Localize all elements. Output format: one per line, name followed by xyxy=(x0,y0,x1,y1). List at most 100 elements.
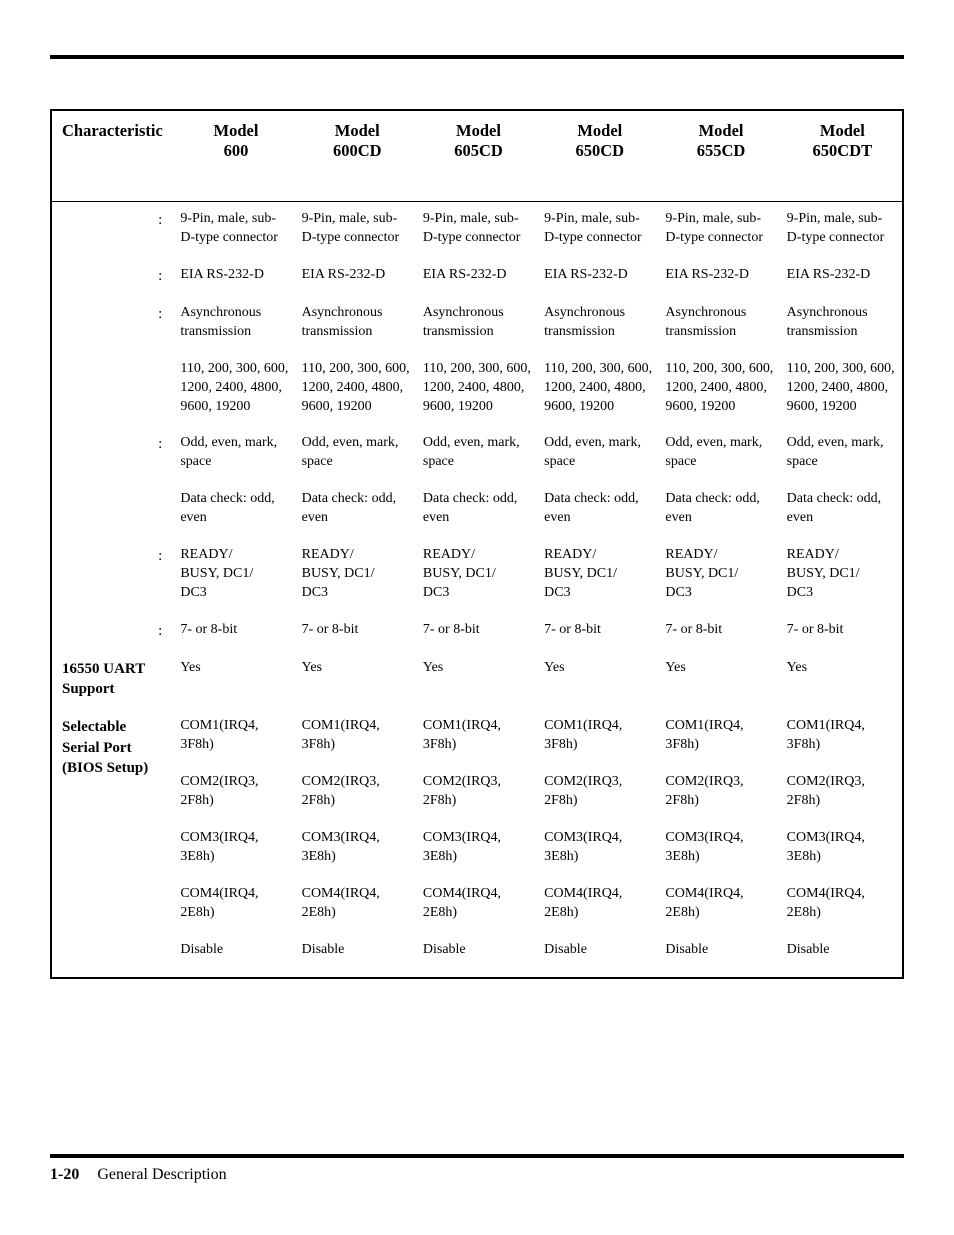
col-model-605cd: Model605CD xyxy=(417,110,538,202)
cell: Disable xyxy=(174,933,295,979)
cell: 7- or 8-bit xyxy=(659,613,780,651)
col-label: Model xyxy=(577,121,622,140)
page-number: 1-20 xyxy=(50,1166,79,1183)
cell: Yes xyxy=(174,651,295,710)
table-row: : Asynchronous transmission Asynchronous… xyxy=(51,296,903,352)
table-row: : EIA RS-232-D EIA RS-232-D EIA RS-232-D… xyxy=(51,258,903,296)
cell: Yes xyxy=(296,651,417,710)
cell: Data check: odd, even xyxy=(538,482,659,538)
cell: EIA RS-232-D xyxy=(781,258,903,296)
col-label: Model xyxy=(335,121,380,140)
col-model-655cd: Model655CD xyxy=(659,110,780,202)
cell: COM1(IRQ4, 3F8h) xyxy=(781,709,903,765)
cell: COM3(IRQ4, 3E8h) xyxy=(296,821,417,877)
cell: 9-Pin, male, sub-D-type connector xyxy=(174,202,295,258)
cell: 7- or 8-bit xyxy=(781,613,903,651)
cell: Odd, even, mark, space xyxy=(417,426,538,482)
cell: READY/ BUSY, DC1/ DC3 xyxy=(659,538,780,613)
cell: COM2(IRQ3, 2F8h) xyxy=(417,765,538,821)
col-model-650cd: Model650CD xyxy=(538,110,659,202)
cell: 110, 200, 300, 600, 1200, 2400, 4800, 96… xyxy=(781,352,903,427)
cell: READY/ BUSY, DC1/ DC3 xyxy=(781,538,903,613)
cell: COM2(IRQ3, 2F8h) xyxy=(781,765,903,821)
cell: 9-Pin, male, sub-D-type connector xyxy=(659,202,780,258)
cell: COM2(IRQ3, 2F8h) xyxy=(296,765,417,821)
cell: READY/ BUSY, DC1/ DC3 xyxy=(174,538,295,613)
cell: COM2(IRQ3, 2F8h) xyxy=(174,765,295,821)
cell: 9-Pin, male, sub-D-type connector xyxy=(538,202,659,258)
col-label: Model xyxy=(214,121,259,140)
cell: Disable xyxy=(296,933,417,979)
cell: EIA RS-232-D xyxy=(174,258,295,296)
cell: 110, 200, 300, 600, 1200, 2400, 4800, 96… xyxy=(417,352,538,427)
table-row: 110, 200, 300, 600, 1200, 2400, 4800, 96… xyxy=(51,352,903,427)
cell: Odd, even, mark, space xyxy=(781,426,903,482)
table-row: : Odd, even, mark, space Odd, even, mark… xyxy=(51,426,903,482)
cell: 110, 200, 300, 600, 1200, 2400, 4800, 96… xyxy=(296,352,417,427)
cell: COM4(IRQ4, 2E8h) xyxy=(417,877,538,933)
cell: 110, 200, 300, 600, 1200, 2400, 4800, 96… xyxy=(538,352,659,427)
cell: 7- or 8-bit xyxy=(417,613,538,651)
row-label: : xyxy=(51,538,174,613)
spec-table: Characteristic Model600 Model600CD Model… xyxy=(50,109,904,979)
page-footer: 1-20 General Description xyxy=(50,1154,904,1184)
cell: COM4(IRQ4, 2E8h) xyxy=(781,877,903,933)
cell: Asynchronous transmission xyxy=(417,296,538,352)
cell: COM2(IRQ3, 2F8h) xyxy=(659,765,780,821)
cell: COM1(IRQ4, 3F8h) xyxy=(174,709,295,765)
cell: EIA RS-232-D xyxy=(417,258,538,296)
cell: Odd, even, mark, space xyxy=(538,426,659,482)
table-row: : 9-Pin, male, sub-D-type connector 9-Pi… xyxy=(51,202,903,258)
cell: COM3(IRQ4, 3E8h) xyxy=(174,821,295,877)
col-model-650cdt: Model650CDT xyxy=(781,110,903,202)
cell: Disable xyxy=(659,933,780,979)
col-model-600: Model600 xyxy=(174,110,295,202)
row-label: : xyxy=(51,613,174,651)
cell: COM3(IRQ4, 3E8h) xyxy=(659,821,780,877)
col-label: Model xyxy=(820,121,865,140)
col-sublabel: 650CD xyxy=(575,141,624,160)
col-sublabel: 655CD xyxy=(697,141,746,160)
col-label: Model xyxy=(456,121,501,140)
cell: Asynchronous transmission xyxy=(174,296,295,352)
cell: COM3(IRQ4, 3E8h) xyxy=(538,821,659,877)
col-sublabel: 605CD xyxy=(454,141,503,160)
table-header-row: Characteristic Model600 Model600CD Model… xyxy=(51,110,903,202)
cell: COM3(IRQ4, 3E8h) xyxy=(781,821,903,877)
cell: Disable xyxy=(417,933,538,979)
col-characteristic: Characteristic xyxy=(51,110,174,202)
cell: 9-Pin, male, sub-D-type connector xyxy=(296,202,417,258)
table-row: COM2(IRQ3, 2F8h) COM2(IRQ3, 2F8h) COM2(I… xyxy=(51,765,903,821)
cell: Data check: odd, even xyxy=(659,482,780,538)
cell: Asynchronous transmission xyxy=(781,296,903,352)
cell: Disable xyxy=(538,933,659,979)
cell: 110, 200, 300, 600, 1200, 2400, 4800, 96… xyxy=(174,352,295,427)
cell: COM1(IRQ4, 3F8h) xyxy=(538,709,659,765)
cell: COM1(IRQ4, 3F8h) xyxy=(296,709,417,765)
cell: Odd, even, mark, space xyxy=(659,426,780,482)
cell: 9-Pin, male, sub-D-type connector xyxy=(781,202,903,258)
cell: Data check: odd, even xyxy=(781,482,903,538)
col-sublabel: 600CD xyxy=(333,141,382,160)
col-label: Model xyxy=(699,121,744,140)
cell: Data check: odd, even xyxy=(417,482,538,538)
cell: 7- or 8-bit xyxy=(538,613,659,651)
table-row: Disable Disable Disable Disable Disable … xyxy=(51,933,903,979)
cell: Odd, even, mark, space xyxy=(174,426,295,482)
cell: READY/ BUSY, DC1/ DC3 xyxy=(296,538,417,613)
cell: COM2(IRQ3, 2F8h) xyxy=(538,765,659,821)
cell: Data check: odd, even xyxy=(174,482,295,538)
cell: EIA RS-232-D xyxy=(538,258,659,296)
cell: 7- or 8-bit xyxy=(174,613,295,651)
footer-rule xyxy=(50,1154,904,1158)
row-label-serial-port: Selectable Serial Port (BIOS Setup) xyxy=(51,709,174,978)
cell: Data check: odd, even xyxy=(296,482,417,538)
cell: Asynchronous transmission xyxy=(296,296,417,352)
cell: Disable xyxy=(781,933,903,979)
cell: Yes xyxy=(659,651,780,710)
cell: Yes xyxy=(538,651,659,710)
cell: 7- or 8-bit xyxy=(296,613,417,651)
cell: COM1(IRQ4, 3F8h) xyxy=(417,709,538,765)
table-row: COM4(IRQ4, 2E8h) COM4(IRQ4, 2E8h) COM4(I… xyxy=(51,877,903,933)
col-sublabel: 650CDT xyxy=(813,141,873,160)
